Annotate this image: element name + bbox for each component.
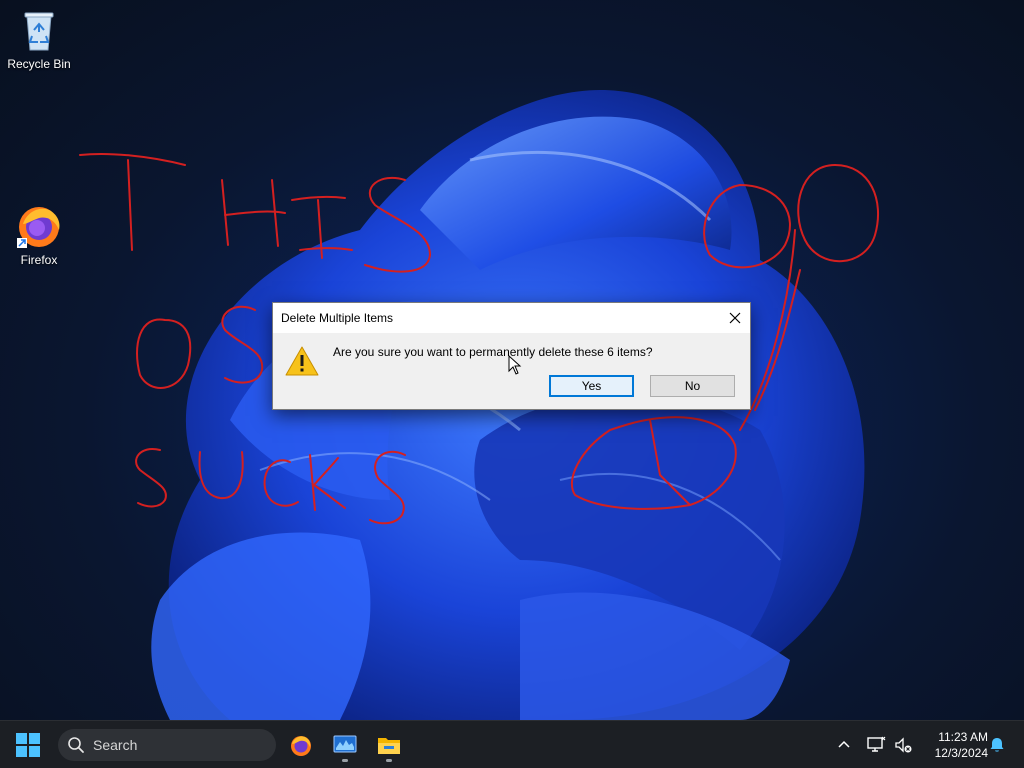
close-icon <box>729 312 741 324</box>
taskbar-firefox-button[interactable] <box>283 727 319 763</box>
search-icon <box>68 737 84 753</box>
taskbar-file-explorer-button[interactable] <box>371 727 407 763</box>
dialog-message: Are you sure you want to permanently del… <box>333 345 653 359</box>
taskbar-monitor-app-button[interactable] <box>327 727 363 763</box>
dialog-titlebar[interactable]: Delete Multiple Items <box>273 303 750 333</box>
notification-bell-icon[interactable] <box>988 736 1006 754</box>
warning-icon <box>285 346 319 376</box>
folder-icon <box>378 738 400 754</box>
firefox-icon <box>291 736 311 756</box>
desktop-icon-recycle-bin[interactable]: Recycle Bin <box>1 6 77 71</box>
monitor-app-icon <box>333 735 357 753</box>
no-button[interactable]: No <box>650 375 735 397</box>
taskbar: Search 11:23 AM 12/3/2024 <box>0 720 1024 768</box>
chevron-up-icon[interactable] <box>836 737 852 753</box>
desktop-icon-firefox[interactable]: Firefox <box>1 202 77 267</box>
volume-muted-icon[interactable] <box>893 735 913 755</box>
taskbar-search-box[interactable]: Search <box>58 729 276 761</box>
search-placeholder: Search <box>93 737 138 753</box>
firefox-icon <box>17 207 60 248</box>
firefox-label: Firefox <box>20 253 58 267</box>
network-icon[interactable] <box>866 735 886 755</box>
taskbar-clock[interactable]: 11:23 AM 12/3/2024 <box>918 729 988 761</box>
recycle-bin-label: Recycle Bin <box>7 57 71 71</box>
running-indicator <box>386 759 392 762</box>
dialog-title: Delete Multiple Items <box>281 311 394 325</box>
dialog-close-button[interactable] <box>720 303 750 333</box>
yes-button[interactable]: Yes <box>549 375 634 397</box>
start-button[interactable] <box>14 731 42 759</box>
clock-time: 11:23 AM <box>938 730 988 744</box>
running-indicator <box>342 759 348 762</box>
recycle-bin-icon <box>24 12 54 51</box>
desktop-screen: Recycle Bin Firefox Delete Multiple Item… <box>0 0 1024 768</box>
clock-date: 12/3/2024 <box>934 746 988 760</box>
mouse-cursor-icon <box>508 355 522 375</box>
